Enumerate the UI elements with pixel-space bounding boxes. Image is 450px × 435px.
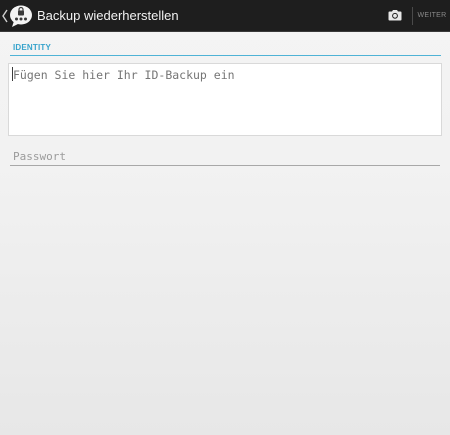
camera-icon	[388, 10, 402, 21]
next-button[interactable]: WEITER	[414, 0, 450, 32]
threema-logo-icon[interactable]	[9, 4, 33, 28]
action-bar: Backup wiederherstellen WEITER	[0, 0, 450, 32]
identity-section-header: IDENTITY	[10, 40, 441, 56]
text-cursor	[12, 67, 13, 81]
scan-qr-button[interactable]	[382, 0, 410, 32]
id-backup-input[interactable]	[8, 63, 442, 136]
action-bar-divider	[412, 7, 413, 25]
password-field[interactable]	[10, 148, 440, 166]
chevron-left-icon[interactable]	[2, 9, 8, 23]
screen-title: Backup wiederherstellen	[37, 8, 179, 23]
